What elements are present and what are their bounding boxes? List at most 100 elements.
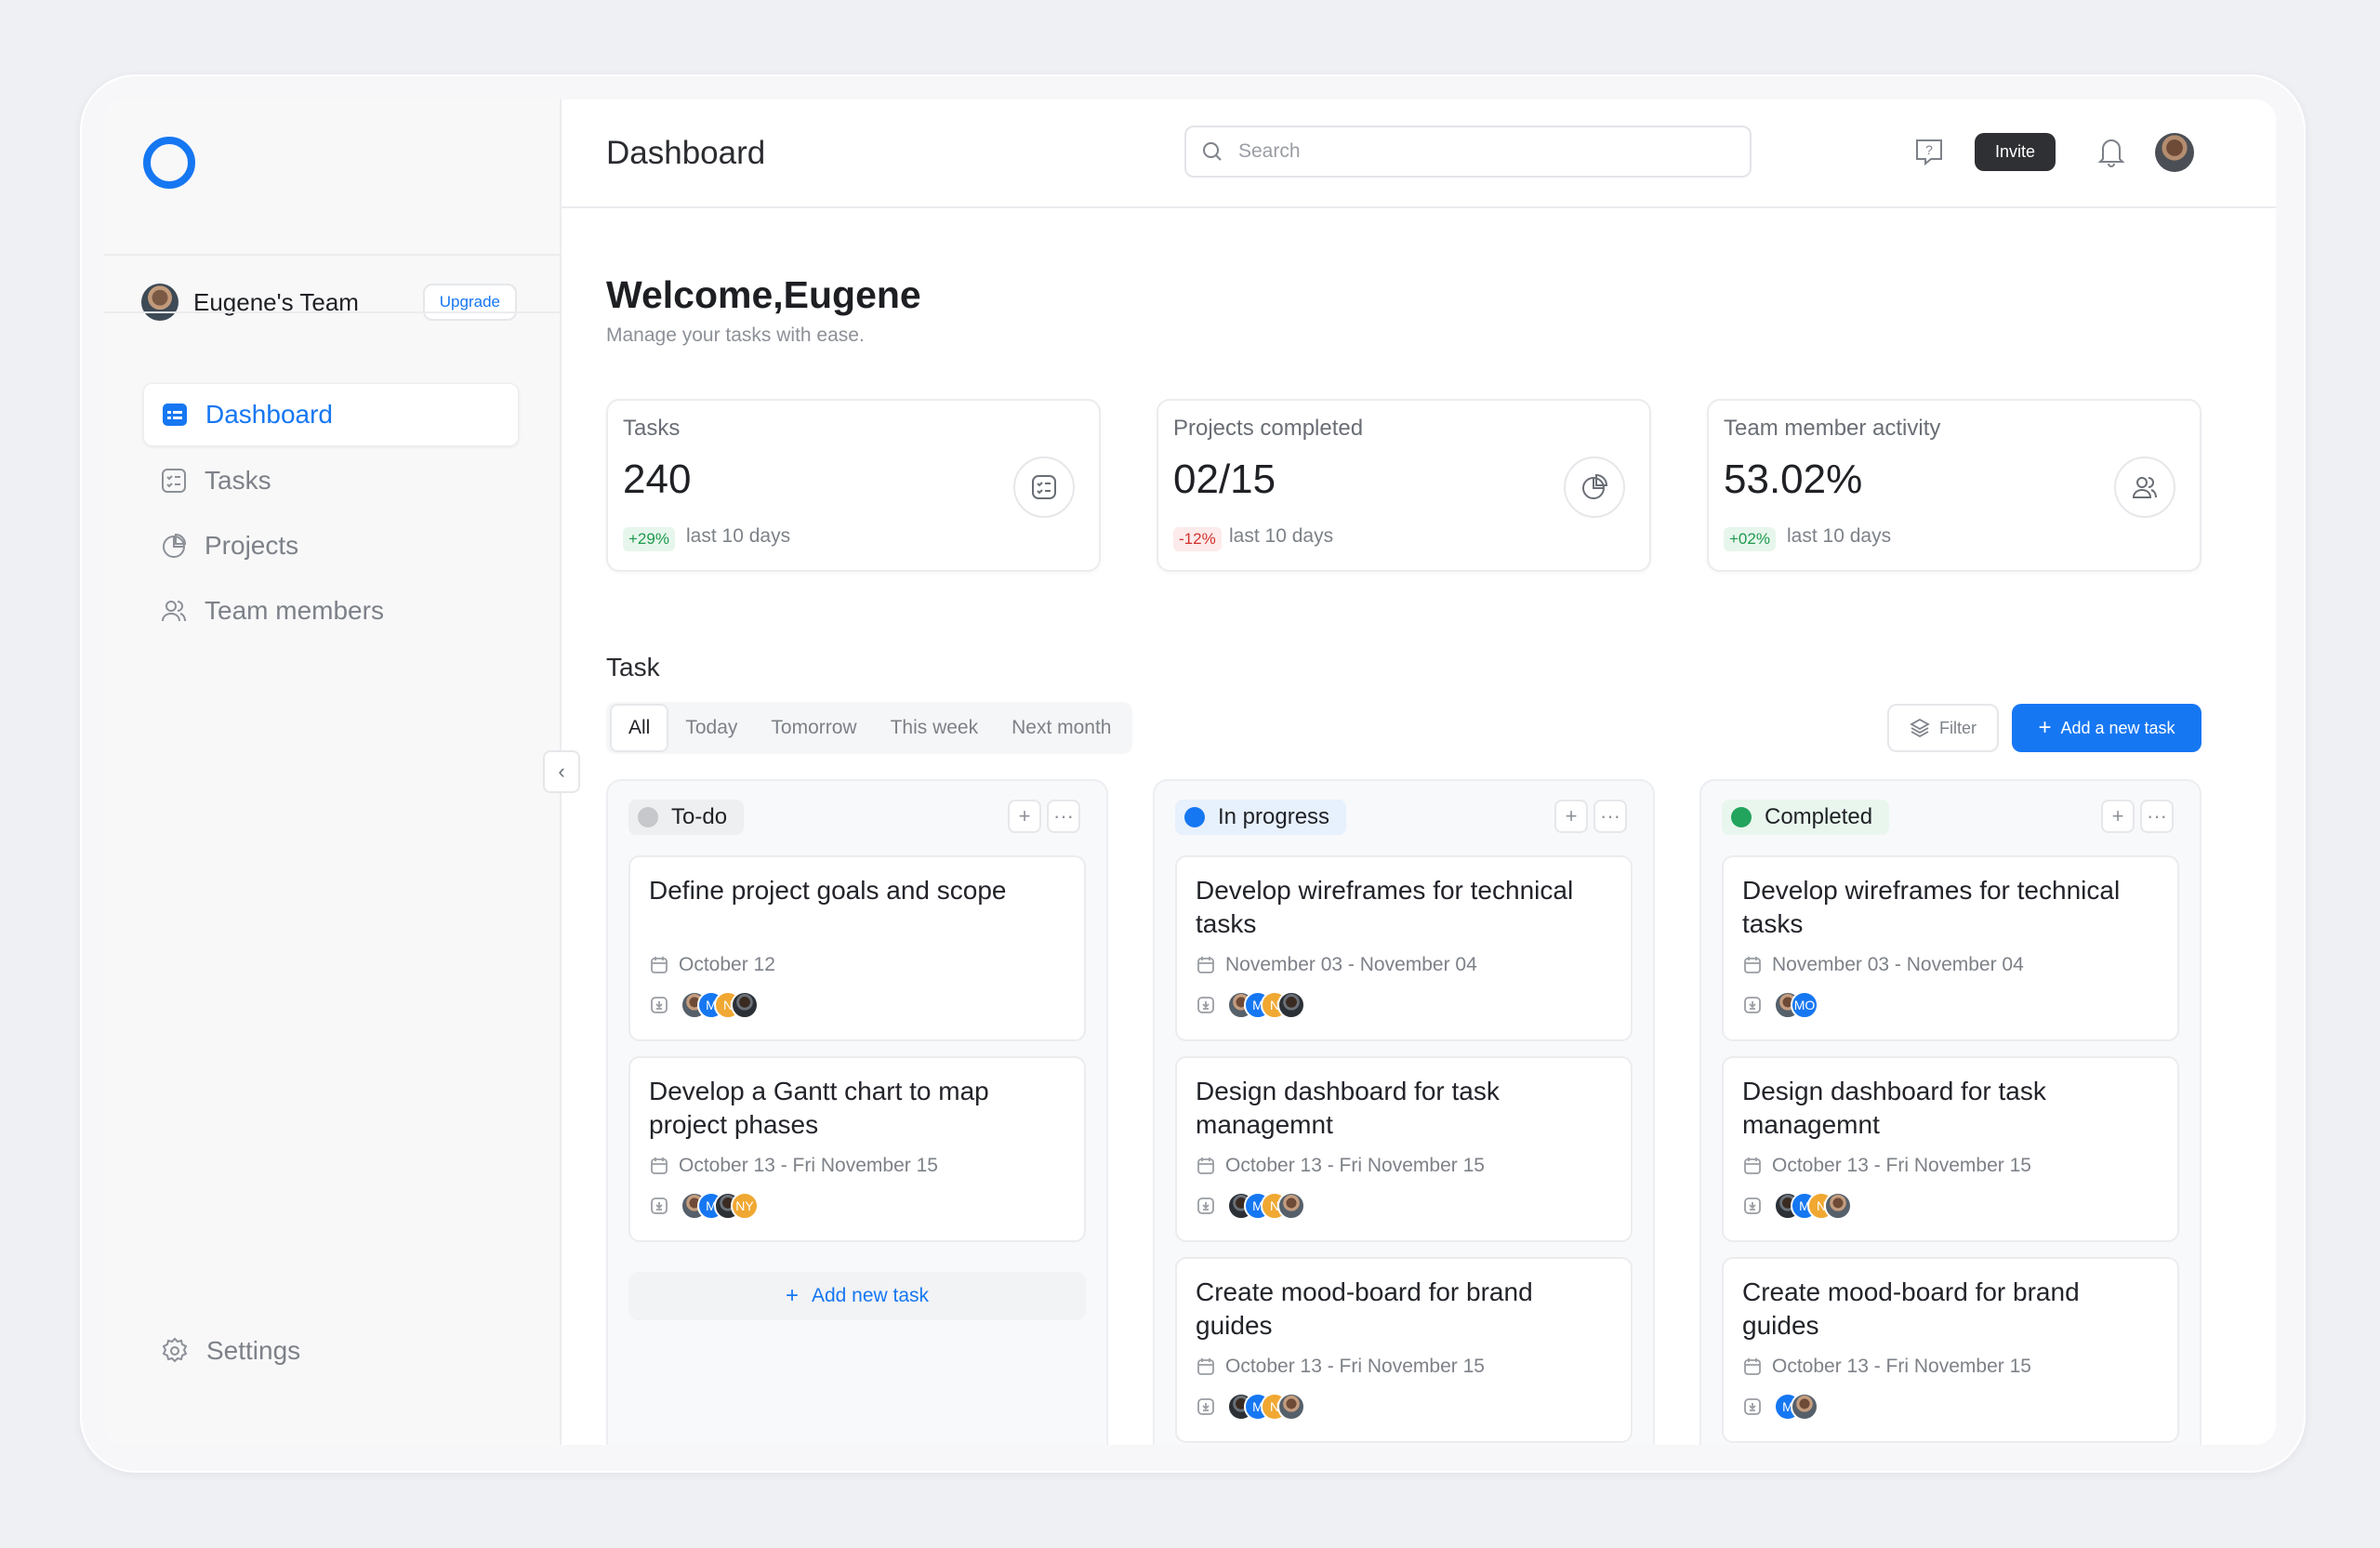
task-date-text: November 03 - November 04 xyxy=(1225,954,1477,975)
settings-link[interactable]: Settings xyxy=(160,1336,300,1366)
upgrade-button[interactable]: Upgrade xyxy=(422,284,517,321)
task-title: Design dashboard for task managemnt xyxy=(1196,1077,1500,1139)
avatar xyxy=(141,284,178,321)
sidebar-nav: Dashboard Tasks Projects Team members xyxy=(143,383,519,645)
task-footer: M xyxy=(1742,1393,1818,1421)
task-title: Create mood-board for brand guides xyxy=(1742,1277,2080,1340)
svg-text:?: ? xyxy=(1925,142,1933,157)
task-card[interactable]: Define project goals and scope October 12… xyxy=(628,855,1086,1041)
search-input[interactable] xyxy=(1236,139,1724,164)
calendar-icon xyxy=(1742,1356,1772,1377)
stat-period: last 10 days xyxy=(1229,525,1334,547)
assignee-avatars: MN xyxy=(1227,991,1305,1019)
task-tabs: All Today Tomorrow This week Next month xyxy=(606,702,1132,754)
task-card[interactable]: Develop wireframes for technical tasks No… xyxy=(1175,855,1633,1041)
task-date-text: October 13 - Fri November 15 xyxy=(1225,1356,1485,1377)
task-card[interactable]: Develop a Gantt chart to map project pha… xyxy=(628,1056,1086,1242)
collapse-sidebar-button[interactable]: ‹ xyxy=(543,750,580,793)
calendar-icon xyxy=(1742,955,1772,975)
task-footer: MN xyxy=(1196,1192,1305,1220)
task-date: October 13 - Fri November 15 xyxy=(649,1155,938,1177)
column-status-chip: In progress xyxy=(1175,800,1347,835)
task-title: Create mood-board for brand guides xyxy=(1196,1277,1533,1340)
search-icon xyxy=(1203,142,1222,161)
divider xyxy=(104,254,560,256)
assignee-avatars: MN xyxy=(1227,1192,1305,1220)
tab-tomorrow[interactable]: Tomorrow xyxy=(754,706,873,750)
task-date: November 03 - November 04 xyxy=(1742,954,2024,976)
calendar-icon xyxy=(1742,1156,1772,1176)
tab-today[interactable]: Today xyxy=(668,706,754,750)
sidebar-item-projects[interactable]: Projects xyxy=(143,515,519,576)
task-date: October 13 - Fri November 15 xyxy=(1196,1356,1485,1378)
task-date-text: October 13 - Fri November 15 xyxy=(1772,1356,2031,1377)
priority-icon xyxy=(1196,1396,1216,1417)
more-options-button[interactable]: ··· xyxy=(1593,800,1627,833)
priority-icon xyxy=(1742,1396,1763,1417)
status-dot xyxy=(638,807,658,827)
sidebar-item-team-members[interactable]: Team members xyxy=(143,580,519,642)
gear-icon xyxy=(162,1337,188,1363)
assignee-avatars: M NY xyxy=(681,1192,759,1220)
task-date-text: November 03 - November 04 xyxy=(1772,954,2024,975)
task-title: Design dashboard for task managemnt xyxy=(1742,1077,2046,1139)
bell-icon[interactable] xyxy=(2096,135,2127,168)
team-switcher[interactable]: Eugene's Team Upgrade xyxy=(141,282,517,323)
status-dot xyxy=(1731,807,1752,827)
user-avatar[interactable] xyxy=(2155,133,2194,172)
add-new-task-label: Add new task xyxy=(811,1285,930,1306)
priority-icon xyxy=(1196,995,1216,1015)
avatar: NY xyxy=(731,1192,759,1220)
task-date-text: October 13 - Fri November 15 xyxy=(1772,1155,2031,1176)
sidebar: Eugene's Team Upgrade Dashboard Tasks Pr… xyxy=(104,99,562,1445)
add-new-task-button[interactable]: + Add new task xyxy=(628,1272,1086,1320)
page-title: Dashboard xyxy=(606,135,766,171)
add-task-label: Add a new task xyxy=(2060,718,2175,737)
filter-button[interactable]: Filter xyxy=(1887,704,1999,752)
calendar-icon xyxy=(649,1156,679,1176)
task-card[interactable]: Design dashboard for task managemnt Octob… xyxy=(1175,1056,1633,1242)
divider xyxy=(104,311,560,313)
tab-next-month[interactable]: Next month xyxy=(995,706,1128,750)
invite-button[interactable]: Invite xyxy=(1975,133,2056,171)
stat-change-badge: +02% xyxy=(1724,527,1776,551)
tab-all[interactable]: All xyxy=(610,704,669,752)
task-date: October 13 - Fri November 15 xyxy=(1742,1356,2031,1378)
add-card-button[interactable]: + xyxy=(1008,800,1041,833)
avatar xyxy=(1791,1393,1818,1421)
search-box[interactable] xyxy=(1184,126,1752,178)
assignee-avatars: MN xyxy=(681,991,759,1019)
stat-change-badge: -12% xyxy=(1173,527,1222,551)
add-a-new-task-button[interactable]: + Add a new task xyxy=(2012,704,2202,752)
task-title: Develop a Gantt chart to map project pha… xyxy=(649,1077,989,1139)
priority-icon xyxy=(1196,1196,1216,1216)
add-card-button[interactable]: + xyxy=(1554,800,1588,833)
column-title: In progress xyxy=(1218,804,1330,829)
filter-label: Filter xyxy=(1939,718,1977,737)
app-window: Eugene's Team Upgrade Dashboard Tasks Pr… xyxy=(104,99,2276,1445)
assignee-avatars: MN xyxy=(1774,1192,1852,1220)
stat-period: last 10 days xyxy=(686,525,791,547)
column-status-chip: Completed xyxy=(1722,800,1890,835)
more-options-button[interactable]: ··· xyxy=(1047,800,1080,833)
kanban-column-in-progress: In progress + ··· Develop wireframes for te… xyxy=(1153,779,1655,1445)
task-card[interactable]: Create mood-board for brand guides Octobe… xyxy=(1175,1257,1633,1443)
sidebar-item-dashboard[interactable]: Dashboard xyxy=(143,383,519,446)
tab-this-week[interactable]: This week xyxy=(874,706,996,750)
more-options-button[interactable]: ··· xyxy=(2140,800,2174,833)
task-card[interactable]: Develop wireframes for technical tasks No… xyxy=(1722,855,2179,1041)
add-card-button[interactable]: + xyxy=(2101,800,2135,833)
task-card[interactable]: Design dashboard for task managemnt Octob… xyxy=(1722,1056,2179,1242)
sidebar-item-label: Projects xyxy=(205,531,299,560)
plus-icon: + xyxy=(785,1283,799,1308)
assignee-avatars: MO xyxy=(1774,991,1818,1019)
sidebar-item-tasks[interactable]: Tasks xyxy=(143,450,519,511)
assignee-avatars: MN xyxy=(1227,1393,1305,1421)
welcome-subtitle: Manage your tasks with ease. xyxy=(606,324,865,346)
stat-card-tasks: Tasks 240 +29% last 10 days xyxy=(606,399,1101,572)
task-card[interactable]: Create mood-board for brand guides Octobe… xyxy=(1722,1257,2179,1443)
welcome-heading: Welcome,Eugene xyxy=(606,273,921,316)
checklist-icon xyxy=(1013,456,1075,518)
stat-card-projects: Projects completed 02/15 -12% last 10 da… xyxy=(1157,399,1651,572)
help-icon[interactable]: ? xyxy=(1912,135,1946,168)
